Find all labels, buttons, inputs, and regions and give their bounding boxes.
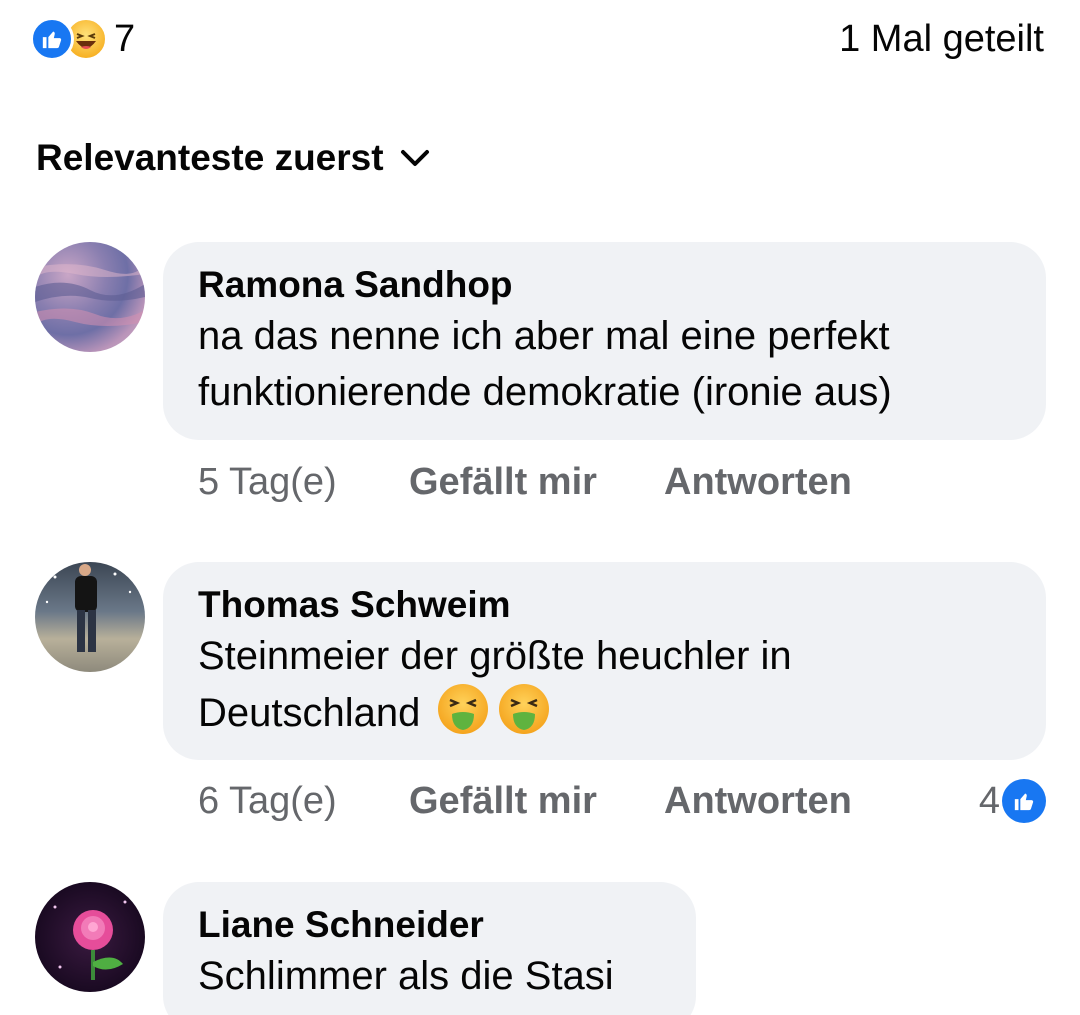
comment-timestamp[interactable]: 6 Tag(e) xyxy=(198,780,409,823)
nauseated-face-icon xyxy=(498,684,549,734)
comment-text: Steinmeier der größte heuchler in xyxy=(198,634,792,678)
reply-button[interactable]: Antworten xyxy=(664,780,852,823)
sort-label: Relevanteste zuerst xyxy=(36,137,384,178)
reply-button[interactable]: Antworten xyxy=(664,461,852,504)
reaction-count: 7 xyxy=(114,17,136,60)
avatar[interactable] xyxy=(35,562,145,672)
avatar[interactable] xyxy=(35,242,145,352)
chevron-down-icon xyxy=(400,150,429,166)
like-count-value: 4 xyxy=(978,779,1000,822)
comment-text-line: Deutschland xyxy=(198,684,1012,741)
comment-actions: 6 Tag(e) Gefällt mir Antworten xyxy=(198,776,852,826)
comment-actions: 5 Tag(e) Gefällt mir Antworten xyxy=(198,457,852,507)
reaction-summary[interactable]: 7 xyxy=(30,14,135,64)
comment-author[interactable]: Ramona Sandhop xyxy=(198,262,1012,308)
sort-dropdown[interactable]: Relevanteste zuerst xyxy=(36,135,430,181)
comment-text: funktionierende demokratie (ironie aus) xyxy=(198,370,892,414)
comment-author[interactable]: Thomas Schweim xyxy=(198,582,1012,628)
comment-like-count[interactable]: 4 xyxy=(979,776,1046,826)
comment-bubble[interactable]: Ramona Sandhop na das nenne ich aber mal… xyxy=(163,242,1046,440)
comment-text: na das nenne ich aber mal eine perfekt xyxy=(198,314,890,358)
comment-author[interactable]: Liane Schneider xyxy=(198,902,662,948)
comments-screen: 7 1 Mal geteilt Relevanteste zuerst Ramo… xyxy=(0,0,1080,1015)
share-count[interactable]: 1 Mal geteilt xyxy=(839,14,1044,64)
like-reaction-icon xyxy=(30,17,74,61)
comment-bubble[interactable]: Liane Schneider Schlimmer als die Stasi xyxy=(163,882,696,1015)
like-button[interactable]: Gefällt mir xyxy=(409,461,664,504)
comment-text: Schlimmer als die Stasi xyxy=(198,954,614,998)
like-icon xyxy=(1002,779,1046,823)
comment-timestamp[interactable]: 5 Tag(e) xyxy=(198,461,409,504)
avatar[interactable] xyxy=(35,882,145,992)
comment-text: Deutschland xyxy=(198,691,421,735)
nauseated-face-icon xyxy=(437,684,488,734)
comment-bubble[interactable]: Thomas Schweim Steinmeier der größte heu… xyxy=(163,562,1046,760)
like-button[interactable]: Gefällt mir xyxy=(409,780,664,823)
